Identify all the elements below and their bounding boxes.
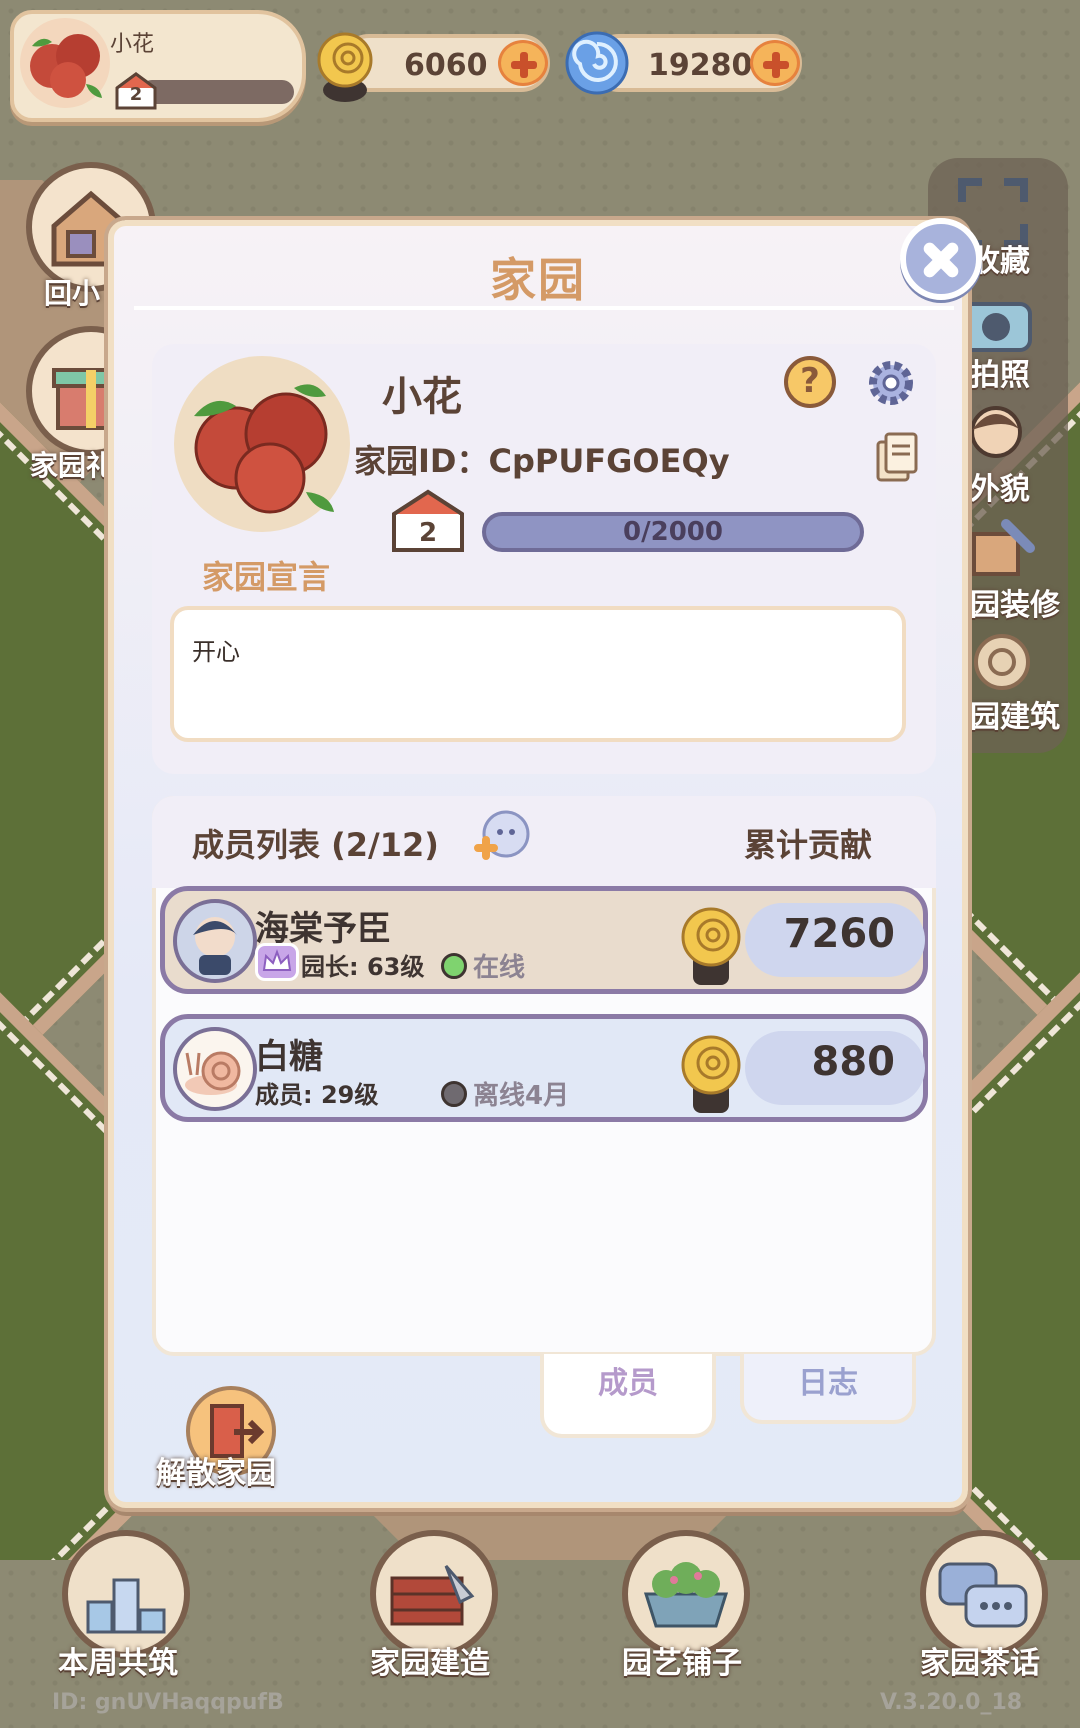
home-chat-label[interactable]: 家园茶话 bbox=[920, 1638, 1040, 1682]
character-portrait-icon bbox=[193, 917, 237, 975]
player-level-number: 2 bbox=[129, 84, 143, 105]
member-avatar bbox=[173, 899, 257, 983]
flower-planter-icon bbox=[643, 1562, 729, 1628]
home-level-badge: 2 bbox=[390, 488, 466, 554]
appearance-icon[interactable] bbox=[966, 402, 1026, 468]
player-level-badge: 2 bbox=[115, 72, 157, 110]
add-snail-coin-button[interactable] bbox=[498, 40, 548, 86]
chat-bubbles-icon bbox=[938, 1562, 1028, 1628]
home-id: 家园ID：CpPUFGOEQy bbox=[354, 442, 730, 480]
member-avatar bbox=[173, 1027, 257, 1111]
snail-coin-icon bbox=[317, 32, 373, 102]
member-list-title: 成员列表 (2/12) bbox=[192, 826, 439, 864]
tab-members[interactable]: 成员 bbox=[540, 1354, 716, 1438]
home-level-number: 2 bbox=[418, 518, 438, 548]
snail-coin-icon bbox=[681, 907, 741, 985]
member-status: 在线 bbox=[473, 953, 526, 983]
copy-id-icon[interactable] bbox=[874, 432, 918, 484]
player-id-footer: ID: gnUVHaqqpufB bbox=[52, 1690, 284, 1715]
spiral-gem-value: 19280 bbox=[648, 48, 753, 83]
help-button[interactable]: ? bbox=[784, 356, 836, 408]
home-gift-label: 家园礼 bbox=[30, 449, 115, 482]
appearance-label[interactable]: 外貌 bbox=[970, 464, 1030, 508]
member-contribution: 880 bbox=[811, 1039, 896, 1085]
member-role: 成员: 29级 bbox=[255, 1081, 379, 1109]
player-avatar[interactable] bbox=[20, 18, 110, 108]
player-name: 小花 bbox=[110, 32, 155, 57]
home-build-label[interactable]: 家园建造 bbox=[370, 1638, 490, 1682]
online-status-dot bbox=[441, 953, 467, 979]
podium-icon bbox=[86, 1578, 166, 1634]
garden-shop-label[interactable]: 园艺铺子 bbox=[622, 1638, 742, 1682]
tab-log[interactable]: 日志 bbox=[740, 1354, 916, 1424]
member-row[interactable]: 白糖 成员: 29级 离线4月 880 bbox=[160, 1014, 928, 1122]
dialog-title: 家园 bbox=[490, 253, 586, 307]
dissolve-home-label[interactable]: 解散家园 bbox=[156, 1448, 276, 1492]
snail-coin-icon bbox=[681, 1035, 741, 1113]
member-name: 白糖 bbox=[255, 1037, 323, 1077]
decorate-icon[interactable] bbox=[966, 514, 1036, 584]
bricks-trowel-icon bbox=[390, 1565, 475, 1626]
home-dialog: 家园 小花 家园ID：CpPUFGOEQy ? 2 0/2000 家园宣言 开心 bbox=[108, 220, 968, 1508]
close-dialog-button[interactable] bbox=[900, 218, 982, 300]
title-divider bbox=[134, 306, 954, 310]
member-row[interactable]: 海棠予臣 园长: 63级 在线 7260 bbox=[160, 886, 928, 994]
member-status: 离线4月 bbox=[473, 1081, 570, 1111]
version-label: V.3.20.0_18 bbox=[880, 1690, 1023, 1715]
home-avatar[interactable] bbox=[174, 356, 350, 532]
snail-avatar-icon bbox=[185, 1051, 241, 1095]
invite-member-icon[interactable] bbox=[472, 808, 532, 870]
player-exp-bar bbox=[140, 80, 294, 104]
return-home-label: 回小 bbox=[44, 277, 101, 310]
rose-icon bbox=[194, 384, 334, 514]
photo-label[interactable]: 拍照 bbox=[970, 350, 1030, 394]
leader-crown-icon bbox=[262, 949, 292, 971]
build-snail-icon[interactable] bbox=[966, 628, 1036, 696]
rose-icon bbox=[30, 34, 102, 98]
contribution-title: 累计贡献 bbox=[744, 826, 873, 864]
build-label[interactable]: 园建筑 bbox=[970, 692, 1060, 736]
home-exp-bar: 0/2000 bbox=[482, 512, 864, 552]
home-name: 小花 bbox=[382, 374, 462, 420]
offline-status-dot bbox=[441, 1081, 467, 1107]
decorate-label[interactable]: 园装修 bbox=[970, 580, 1060, 624]
settings-gear-icon[interactable] bbox=[864, 356, 918, 410]
crown-icon bbox=[255, 943, 299, 981]
member-contribution: 7260 bbox=[783, 911, 895, 957]
snail-coin-value: 6060 bbox=[404, 48, 488, 83]
declaration-text: 开心 bbox=[192, 638, 240, 666]
member-role: 园长: 63级 bbox=[301, 953, 425, 981]
declaration-box[interactable] bbox=[170, 606, 906, 742]
weekly-build-label[interactable]: 本周共筑 bbox=[58, 1638, 178, 1682]
spiral-gem-icon bbox=[565, 31, 629, 95]
declaration-label: 家园宣言 bbox=[202, 558, 331, 596]
add-spiral-gem-button[interactable] bbox=[750, 40, 800, 86]
